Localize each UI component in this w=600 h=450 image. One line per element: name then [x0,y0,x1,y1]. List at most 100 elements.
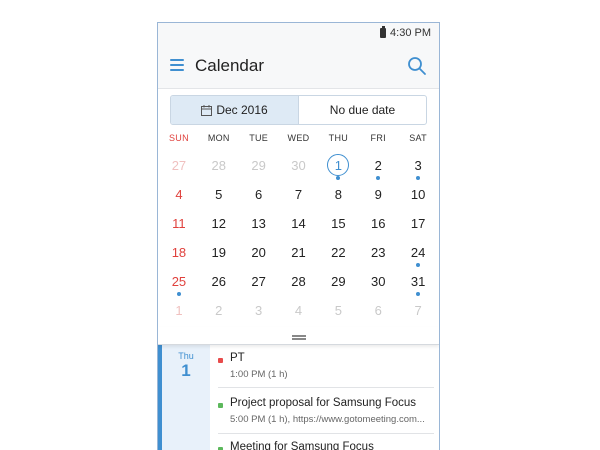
day-cell[interactable]: 29 [239,151,279,180]
day-cell[interactable]: 27 [239,267,279,296]
day-cell[interactable]: 11 [159,209,199,238]
day-number: 21 [291,245,306,260]
weekday-label-sat: SAT [409,133,427,143]
day-cell[interactable]: 2 [199,296,239,325]
day-number: 3 [255,303,263,318]
day-cell[interactable]: 23 [358,238,398,267]
day-number: 16 [370,216,386,231]
day-cell[interactable]: 5 [199,180,239,209]
day-cell[interactable]: 3 [239,296,279,325]
day-number: 28 [211,158,227,173]
day-cell[interactable]: 9 [358,180,398,209]
weekday-label-fri: FRI [370,133,386,143]
day-number: 22 [331,245,346,260]
event-title: Project proposal for Samsung Focus [230,397,417,409]
day-number: 13 [251,216,266,231]
day-cell[interactable]: 2 [358,151,398,180]
week-row: 27 28 29 30 1 2 3 [159,151,438,180]
day-cell[interactable]: 8 [318,180,358,209]
agenda-day-number: 1 [181,361,191,380]
no-due-date-button[interactable]: No due date [298,96,426,124]
day-number: 7 [294,187,303,202]
day-cell[interactable]: 12 [199,209,239,238]
day-cell[interactable]: 16 [358,209,398,238]
day-cell[interactable]: 1 [159,296,199,325]
day-cell[interactable]: 17 [398,209,438,238]
month-selector-label: Dec 2016 [216,103,268,117]
day-cell[interactable]: 19 [199,238,239,267]
day-number: 4 [175,187,183,202]
weekday-header: SUN MON TUE WED THU FRI SAT [158,133,439,147]
day-cell[interactable]: 13 [239,209,279,238]
day-number: 11 [172,216,186,231]
month-selector-button[interactable]: Dec 2016 [171,96,298,124]
agenda-day-of-week: Thu [178,351,194,361]
day-cell[interactable]: 10 [398,180,438,209]
drag-handle-icon[interactable] [292,335,306,340]
date-filter-toggle: Dec 2016 No due date [170,95,427,125]
calendar-icon [201,104,213,116]
status-time: 4:30 PM [390,27,431,39]
day-cell[interactable]: 31 [398,267,438,296]
weekday-label-tue: TUE [249,133,269,143]
day-cell[interactable]: 6 [358,296,398,325]
day-cell[interactable]: 21 [279,238,319,267]
day-cell[interactable]: 18 [159,238,199,267]
day-number: 17 [410,216,426,231]
day-cell[interactable]: 30 [358,267,398,296]
day-cell[interactable]: 7 [398,296,438,325]
day-number: 30 [370,274,386,289]
day-number: 25 [171,274,187,289]
day-cell[interactable]: 7 [279,180,319,209]
day-cell[interactable]: 28 [279,267,319,296]
day-cell[interactable]: 5 [318,296,358,325]
day-number: 5 [334,303,342,318]
event-details: 5:00 PM (1 h), https://www.gotomeeting.c… [230,414,425,425]
day-number: 7 [414,303,422,318]
day-cell[interactable]: 4 [279,296,319,325]
day-cell[interactable]: 6 [239,180,279,209]
app-header: Calendar [158,43,439,89]
day-cell-today[interactable]: 1 [318,151,358,180]
day-number: 14 [291,216,306,231]
event-divider [218,433,434,434]
week-row: 11 12 13 14 15 16 17 [159,209,438,238]
calendar-resize-bar [158,327,439,345]
day-number: 5 [215,187,223,202]
day-cell[interactable]: 3 [398,151,438,180]
day-cell[interactable]: 26 [199,267,239,296]
day-number: 19 [211,245,227,260]
day-number: 1 [334,158,342,173]
day-cell[interactable]: 22 [318,238,358,267]
status-bar: 4:30 PM [158,23,439,43]
week-row: 25 26 27 28 29 30 31 [159,267,438,296]
event-title: PT [230,352,245,364]
day-number: 9 [374,187,382,202]
search-icon[interactable] [407,56,427,76]
day-cell[interactable]: 27 [159,151,199,180]
day-cell[interactable]: 28 [199,151,239,180]
week-row: 4 5 6 7 8 9 10 [159,180,438,209]
day-cell[interactable]: 25 [159,267,199,296]
day-cell[interactable]: 20 [239,238,279,267]
day-cell[interactable]: 30 [279,151,319,180]
day-number: 2 [215,303,223,318]
day-number: 26 [211,274,227,289]
day-cell[interactable]: 14 [279,209,319,238]
hamburger-menu-icon[interactable] [170,59,184,71]
event-divider [218,387,434,388]
month-grid: 27 28 29 30 1 2 3 4 5 6 7 8 9 10 11 12 13 14 15 16 17 18 19 20 2… [158,151,439,325]
day-number: 28 [291,274,306,289]
day-cell[interactable]: 24 [398,238,438,267]
day-number: 10 [410,187,426,202]
page-title: Calendar [195,56,264,75]
day-cell[interactable]: 4 [159,180,199,209]
week-row: 1 2 3 4 5 6 7 [159,296,438,325]
day-number: 30 [291,158,306,173]
day-cell[interactable]: 29 [318,267,358,296]
battery-icon [380,26,387,38]
day-number: 29 [331,274,346,289]
day-cell[interactable]: 15 [318,209,358,238]
day-number: 8 [334,187,342,202]
day-number: 24 [410,245,426,260]
